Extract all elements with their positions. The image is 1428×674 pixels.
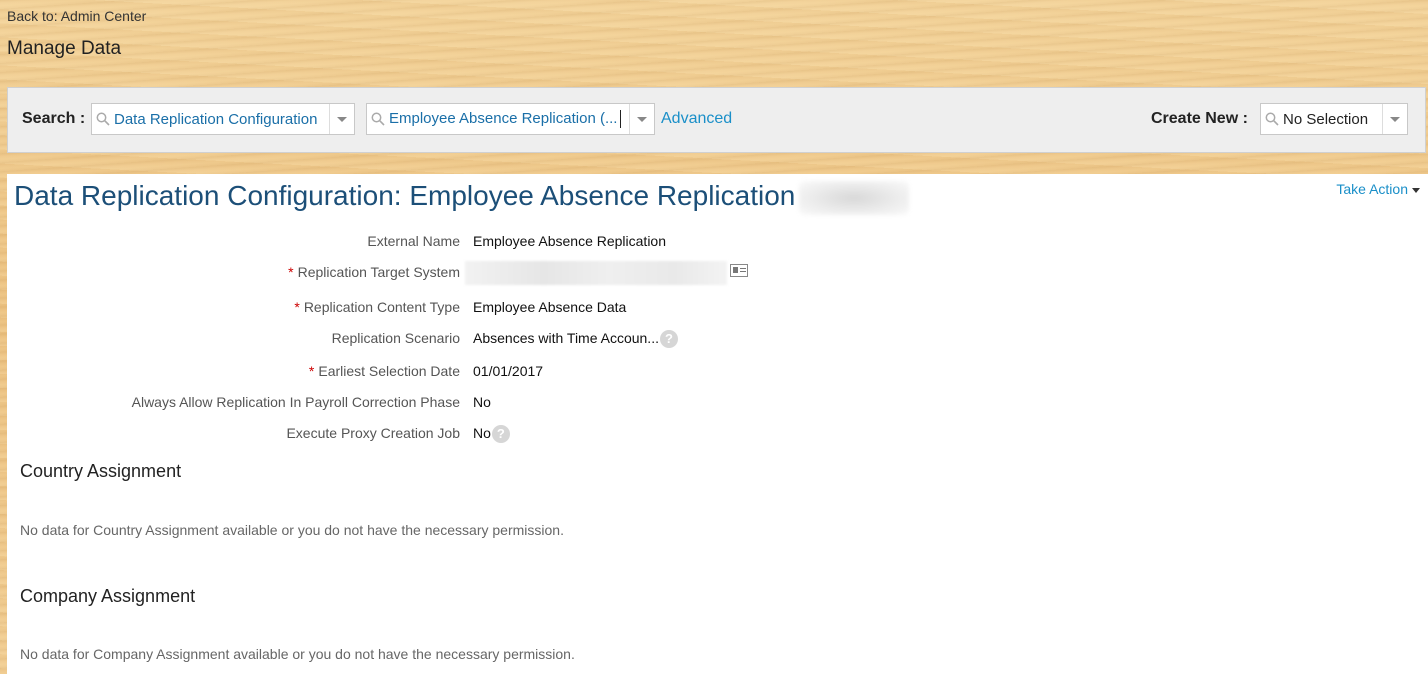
field-value: 01/01/2017 (473, 363, 544, 379)
field-label: Always Allow Replication In Payroll Corr… (131, 394, 460, 410)
back-link[interactable]: Back to: Admin Center (7, 8, 146, 24)
caret-down-icon (1412, 187, 1420, 193)
id-card-icon[interactable] (730, 264, 748, 277)
field-label: Execute Proxy Creation Job (286, 425, 460, 441)
search-toolbar: Search : Data Replication Configuration … (7, 87, 1426, 153)
field-label: * Replication Content Type (294, 299, 460, 315)
create-new-combobox[interactable]: No Selection (1260, 103, 1408, 135)
field-row-earliest-selection-date: * Earliest Selection Date 01/01/2017 (7, 363, 907, 385)
advanced-search-link[interactable]: Advanced (661, 110, 732, 128)
search-icon (92, 104, 114, 134)
take-action-menu[interactable]: Take Action (1336, 181, 1420, 197)
object-instance-value: Employee Absence Replication (... (389, 110, 629, 129)
field-label: External Name (367, 233, 460, 249)
field-row-replication-target-system: * Replication Target System (7, 261, 907, 286)
search-label: Search : (22, 110, 86, 127)
create-new-value: No Selection (1283, 110, 1369, 128)
object-instance-combobox[interactable]: Employee Absence Replication (... (366, 103, 655, 135)
field-value: Employee Absence Data (473, 299, 627, 315)
redacted-id (799, 180, 910, 215)
record-panel: Data Replication Configuration: Employee… (7, 174, 1428, 674)
field-value: Employee Absence Replication (473, 233, 667, 249)
section-title-company-assignment: Company Assignment (20, 586, 196, 606)
page-header: Manage Data (7, 38, 122, 59)
field-row-external-name: External Name Employee Absence Replicati… (7, 233, 907, 255)
object-type-value: Data Replication Configuration (114, 110, 318, 128)
chevron-down-icon[interactable] (329, 104, 354, 134)
field-row-replication-content-type: * Replication Content Type Employee Absen… (7, 299, 907, 321)
help-icon[interactable]: ? (659, 330, 678, 349)
help-icon[interactable]: ? (491, 425, 510, 444)
chevron-down-icon[interactable] (629, 104, 654, 134)
field-row-replication-scenario: Replication Scenario Absences with Time … (7, 330, 907, 352)
field-row-execute-proxy-creation-job: Execute Proxy Creation Job No? (7, 425, 907, 447)
create-new-label: Create New : (1151, 110, 1248, 127)
section-title-country-assignment: Country Assignment (20, 461, 182, 481)
required-marker: * (308, 363, 315, 379)
field-value: Absences with Time Accoun...? (473, 330, 678, 349)
field-value: No (473, 394, 491, 410)
field-label: * Replication Target System (288, 264, 460, 280)
required-marker: * (288, 264, 294, 280)
section-message-company-assignment: No data for Company Assignment available… (20, 646, 575, 662)
field-value: No? (473, 425, 510, 444)
object-type-combobox[interactable]: Data Replication Configuration (91, 103, 355, 135)
record-title: Data Replication Configuration: Employee… (14, 180, 910, 215)
required-marker: * (294, 299, 300, 315)
field-row-always-allow-replication: Always Allow Replication In Payroll Corr… (7, 394, 907, 416)
field-label: * Earliest Selection Date (308, 363, 460, 379)
search-icon (367, 104, 389, 134)
redacted-target-system (465, 261, 727, 285)
section-message-country-assignment: No data for Country Assignment available… (20, 522, 564, 538)
chevron-down-icon[interactable] (1382, 104, 1407, 134)
field-label: Replication Scenario (331, 330, 460, 346)
search-icon (1261, 104, 1283, 134)
